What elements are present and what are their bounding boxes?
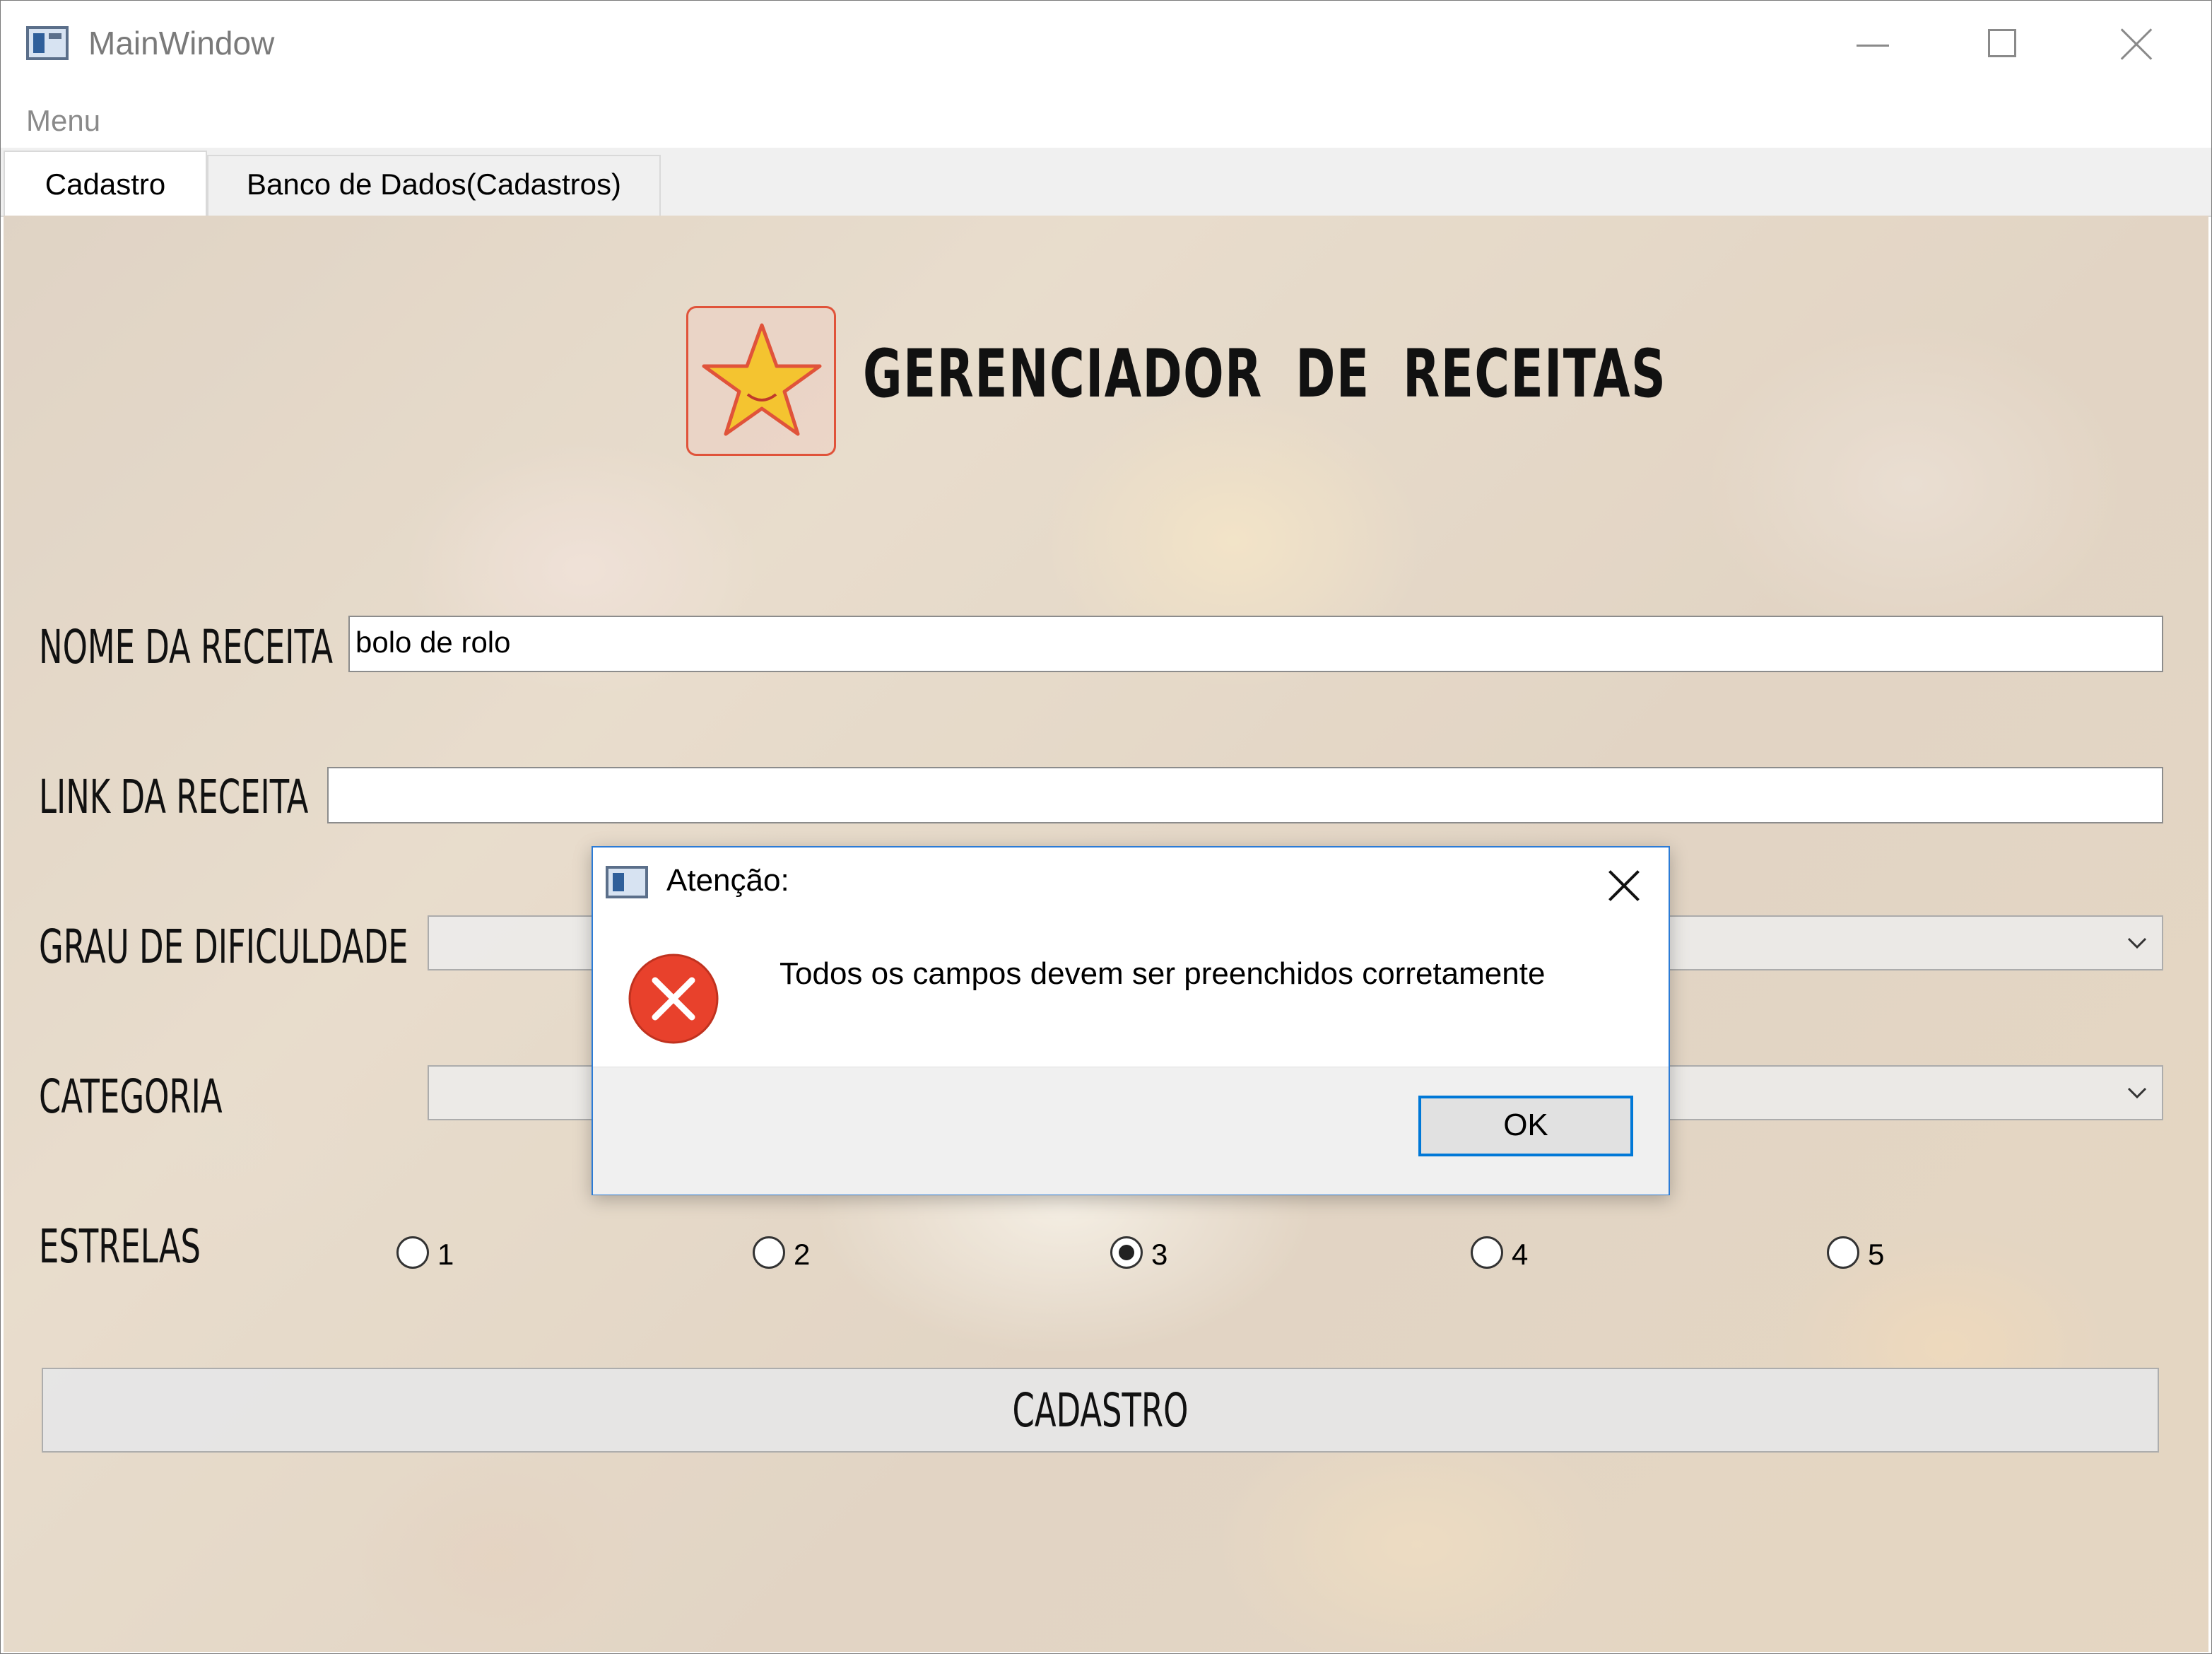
app-title: GERENCIADOR DE RECEITAS	[863, 336, 1667, 413]
recipe-name-label: NOME DA RECEITA	[39, 620, 334, 674]
radio-circle[interactable]	[753, 1236, 785, 1269]
dialog-app-icon	[606, 866, 648, 898]
star-logo-icon	[702, 323, 822, 436]
main-window: MainWindow Menu Cadastro Banco de Dados(…	[0, 0, 2212, 1654]
dialog-title-bar[interactable]: Atenção:	[593, 847, 1669, 898]
tab-bar: Cadastro Banco de Dados(Cadastros)	[1, 148, 2211, 217]
alert-dialog: Atenção: Todos os campos devem ser preen…	[592, 846, 1670, 1195]
maximize-button[interactable]	[1939, 1, 2070, 88]
cadastro-submit-button[interactable]: CADASTRO	[42, 1368, 2159, 1453]
star-radio-label: 3	[1151, 1238, 1168, 1271]
star-radio-label: 1	[437, 1238, 454, 1271]
window-title: MainWindow	[88, 25, 275, 61]
star-radio-label: 5	[1868, 1238, 1885, 1271]
tab-cadastro[interactable]: Cadastro	[4, 151, 207, 217]
app-window-icon	[26, 26, 69, 60]
dialog-message: Todos os campos devem ser preenchidos co…	[780, 956, 1546, 991]
star-radio-label: 2	[794, 1238, 811, 1271]
app-logo	[686, 306, 836, 456]
star-radio-label: 4	[1512, 1238, 1529, 1271]
chevron-down-icon	[2127, 937, 2147, 949]
title-bar[interactable]: MainWindow	[1, 1, 2211, 88]
chevron-down-icon	[2127, 1087, 2147, 1099]
recipe-name-input[interactable]: bolo de rolo	[348, 616, 2163, 672]
error-icon	[628, 954, 719, 1044]
radio-circle-checked[interactable]	[1110, 1236, 1143, 1269]
radio-circle[interactable]	[396, 1236, 429, 1269]
radio-circle[interactable]	[1471, 1236, 1503, 1269]
dialog-button-bar: OK	[593, 1067, 1669, 1195]
stars-label: ESTRELAS	[39, 1219, 201, 1274]
tab-banco-de-dados[interactable]: Banco de Dados(Cadastros)	[207, 155, 661, 216]
menu-bar: Menu	[1, 88, 2211, 148]
ok-button[interactable]: OK	[1418, 1096, 1633, 1156]
category-label: CATEGORIA	[39, 1069, 223, 1124]
submit-button-label: CADASTRO	[1012, 1383, 1189, 1438]
recipe-link-label: LINK DA RECEITA	[39, 770, 309, 824]
recipe-link-input[interactable]	[327, 767, 2163, 823]
close-window-button[interactable]	[2070, 1, 2201, 88]
radio-circle[interactable]	[1827, 1236, 1859, 1269]
difficulty-label: GRAU DE DIFICULDADE	[39, 920, 408, 974]
menu-item-menu[interactable]: Menu	[26, 104, 100, 138]
minimize-button[interactable]	[1807, 1, 1939, 88]
dialog-close-button[interactable]	[1599, 860, 1650, 911]
dialog-title: Atenção:	[666, 863, 789, 898]
